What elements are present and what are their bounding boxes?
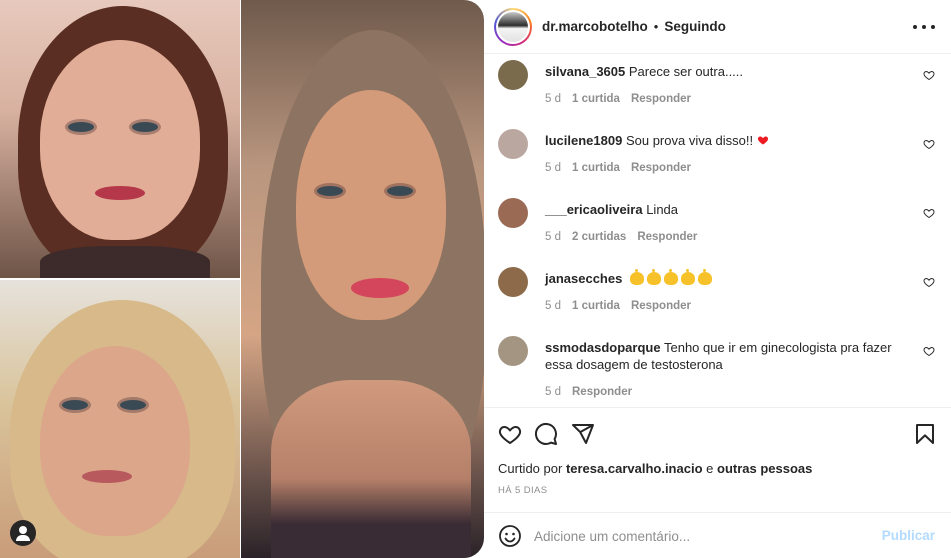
liked-by-conj: e xyxy=(706,461,714,476)
photo-top-left xyxy=(0,0,240,278)
comment-likes[interactable]: 2 curtidas xyxy=(572,231,626,243)
like-comment-heart-icon[interactable] xyxy=(923,345,935,357)
post-side-panel: dr.marcobotelho • Seguindo silvana_3605 … xyxy=(484,0,951,558)
author-username[interactable]: dr.marcobotelho xyxy=(542,19,648,34)
photo-right xyxy=(241,0,484,558)
add-comment-bar: Publicar xyxy=(484,512,951,558)
like-comment-heart-icon[interactable] xyxy=(923,207,935,219)
like-comment-heart-icon[interactable] xyxy=(923,69,935,81)
comment-avatar[interactable] xyxy=(498,129,528,159)
liked-by-prefix: Curtido por xyxy=(498,461,563,476)
comment-input[interactable] xyxy=(534,525,874,547)
like-comment-heart-icon[interactable] xyxy=(923,138,935,150)
comment-avatar[interactable] xyxy=(498,267,528,297)
clapping-hands-emoji-icon xyxy=(629,269,712,285)
emoji-icon[interactable] xyxy=(498,524,522,548)
comments-list[interactable]: silvana_3605 Parece ser outra..... 5 d 1… xyxy=(484,54,951,406)
comment-item: janasecches 5 d 1 curtida Responder xyxy=(498,267,943,323)
comment-text: Sou prova viva disso!! xyxy=(625,133,754,148)
following-button[interactable]: Seguindo xyxy=(664,19,726,34)
comment-bubble-icon[interactable] xyxy=(534,422,558,446)
photo-bottom-left xyxy=(0,280,240,558)
comment-username[interactable]: janasecches xyxy=(545,271,622,286)
liked-by-others[interactable]: outras pessoas xyxy=(717,461,812,476)
reply-button[interactable]: Responder xyxy=(572,386,632,398)
comment-item: lucilene1809 Sou prova viva disso!! 5 d … xyxy=(498,129,943,185)
comment-time[interactable]: 5 d xyxy=(545,386,561,398)
comment-username[interactable]: silvana_3605 xyxy=(545,64,625,79)
red-heart-emoji-icon xyxy=(757,136,768,145)
share-send-icon[interactable] xyxy=(571,422,595,446)
reply-button[interactable]: Responder xyxy=(637,231,697,243)
save-bookmark-icon[interactable] xyxy=(913,422,937,446)
more-options-icon[interactable] xyxy=(913,17,935,37)
header-separator: • xyxy=(653,19,659,34)
post-media[interactable] xyxy=(0,0,484,558)
comment-avatar[interactable] xyxy=(498,336,528,366)
reply-button[interactable]: Responder xyxy=(631,162,691,174)
like-comment-heart-icon[interactable] xyxy=(923,276,935,288)
comment-time[interactable]: 5 d xyxy=(545,231,561,243)
comment-item: ssmodasdoparque Tenho que ir em ginecolo… xyxy=(498,336,943,406)
reply-button[interactable]: Responder xyxy=(631,300,691,312)
comment-likes[interactable]: 1 curtida xyxy=(572,300,620,312)
post-time[interactable]: HÁ 5 DIAS xyxy=(498,485,548,496)
publish-button[interactable]: Publicar xyxy=(882,528,935,543)
comment-username[interactable]: ___ericaoliveira xyxy=(545,202,643,217)
comment-username[interactable]: ssmodasdoparque xyxy=(545,340,661,355)
comment-time[interactable]: 5 d xyxy=(545,300,561,312)
comment-text: Linda xyxy=(646,202,679,217)
liked-by-user[interactable]: teresa.carvalho.inacio xyxy=(566,461,703,476)
comment-time[interactable]: 5 d xyxy=(545,93,561,105)
author-avatar[interactable] xyxy=(494,7,532,46)
comment-time[interactable]: 5 d xyxy=(545,162,561,174)
comment-text: Parece ser outra..... xyxy=(628,64,744,79)
comment-item: silvana_3605 Parece ser outra..... 5 d 1… xyxy=(498,60,943,116)
comment-avatar[interactable] xyxy=(498,60,528,90)
like-heart-icon[interactable] xyxy=(498,422,522,446)
post-actions: Curtido por teresa.carvalho.inacio e out… xyxy=(484,407,951,512)
liked-by-summary[interactable]: Curtido por teresa.carvalho.inacio e out… xyxy=(498,461,812,476)
comment-likes[interactable]: 1 curtida xyxy=(572,93,620,105)
reply-button[interactable]: Responder xyxy=(631,93,691,105)
comment-username[interactable]: lucilene1809 xyxy=(545,133,622,148)
tagged-users-icon[interactable] xyxy=(10,520,36,546)
comment-item: ___ericaoliveira Linda 5 d 2 curtidas Re… xyxy=(498,198,943,254)
comment-avatar[interactable] xyxy=(498,198,528,228)
post-header: dr.marcobotelho • Seguindo xyxy=(484,0,951,54)
comment-likes[interactable]: 1 curtida xyxy=(572,162,620,174)
